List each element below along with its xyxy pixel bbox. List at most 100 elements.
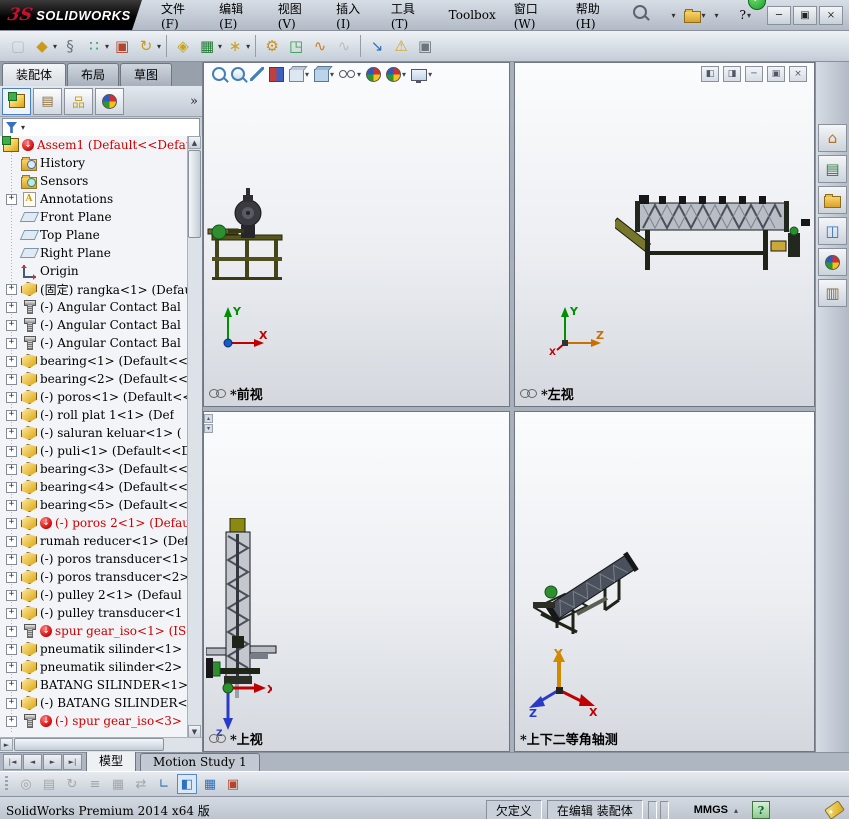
- menu-item[interactable]: Toolbox: [440, 4, 505, 26]
- tab-nav-button[interactable]: ►: [43, 754, 62, 770]
- task-pane-button[interactable]: [818, 248, 847, 276]
- expander-icon[interactable]: [6, 283, 17, 295]
- model-left-view[interactable]: [615, 191, 810, 273]
- expander-icon[interactable]: [6, 535, 17, 547]
- close-button[interactable]: ×: [819, 5, 843, 25]
- motion-toolbar-button[interactable]: ↻: [62, 774, 82, 794]
- toolbar-button[interactable]: ∷ ▾: [83, 35, 109, 57]
- toolbar-button[interactable]: ↘ ▾: [366, 35, 388, 57]
- panel-tab[interactable]: 装配体: [2, 63, 67, 86]
- model-isometric-view[interactable]: [521, 536, 656, 646]
- hud-button[interactable]: ▾: [338, 69, 362, 80]
- panel-tab[interactable]: 布局: [67, 63, 120, 86]
- quick-access-button[interactable]: ▾: [712, 9, 721, 22]
- tree-item[interactable]: Sensors: [0, 172, 188, 190]
- hud-button[interactable]: ▾: [268, 66, 285, 83]
- toolbar-button[interactable]: § ▾: [59, 35, 81, 57]
- hud-button[interactable]: ▾: [410, 66, 433, 83]
- scroll-up-icon[interactable]: ▲: [188, 136, 201, 149]
- hud-button[interactable]: ▾: [249, 66, 265, 82]
- restore-button[interactable]: ▣: [793, 5, 817, 25]
- tree-item[interactable]: BATANG SILINDER<1> (Def: [0, 676, 188, 694]
- expander-icon[interactable]: [6, 697, 17, 709]
- toolbar-button[interactable]: ↻ ▾: [135, 35, 161, 57]
- quick-access-button[interactable]: ▾: [682, 6, 708, 25]
- expander-icon[interactable]: [6, 409, 17, 421]
- expander-icon[interactable]: [6, 571, 17, 583]
- manager-tab-button[interactable]: [95, 87, 124, 115]
- motion-toolbar-button[interactable]: ⇄: [131, 774, 151, 794]
- manager-tab-button[interactable]: 品: [64, 87, 93, 115]
- expander-icon[interactable]: [6, 481, 17, 493]
- motion-toolbar-button[interactable]: ▤: [39, 774, 59, 794]
- menu-item[interactable]: 文件(F): [152, 0, 210, 35]
- tree-item[interactable]: bearing<3> (Default<<De: [0, 460, 188, 478]
- tree-item[interactable]: (-) pulley transducer<1: [0, 604, 188, 622]
- expander-icon[interactable]: [6, 643, 17, 655]
- search-icon[interactable]: [632, 5, 653, 25]
- doc-window-button[interactable]: ◧: [701, 66, 719, 82]
- menu-item[interactable]: 窗口(W): [505, 0, 567, 35]
- toolbar-button[interactable]: ⚙ ▾: [261, 35, 283, 57]
- tree-horizontal-scrollbar[interactable]: ◄ ►: [0, 737, 202, 752]
- tree-item[interactable]: Top Plane: [0, 226, 188, 244]
- tree-item[interactable]: (-) poros 2<1> (Defau: [0, 514, 188, 532]
- tree-item[interactable]: (-) Angular Contact Bal: [0, 316, 188, 334]
- tree-item[interactable]: (-) puli<1> (Default<<D: [0, 442, 188, 460]
- tab-nav-button[interactable]: ◄: [23, 754, 42, 770]
- menu-item[interactable]: 工具(T): [382, 0, 440, 35]
- doc-window-button[interactable]: ◨: [723, 66, 741, 82]
- scroll-right-icon[interactable]: ►: [0, 738, 13, 751]
- expander-icon[interactable]: [6, 589, 17, 601]
- toolbar-button[interactable]: ∿ ▾: [309, 35, 331, 57]
- document-tab[interactable]: Motion Study 1: [140, 753, 260, 771]
- expander-icon[interactable]: [6, 355, 17, 367]
- motion-toolbar-button[interactable]: ▦: [108, 774, 128, 794]
- quick-access-button[interactable]: ▾: [668, 9, 677, 22]
- tree-item[interactable]: Right Plane: [0, 244, 188, 262]
- task-pane-button[interactable]: ◫: [818, 217, 847, 245]
- expander-icon[interactable]: [6, 373, 17, 385]
- doc-window-button[interactable]: ─: [745, 66, 763, 82]
- hud-button[interactable]: ▾: [288, 65, 310, 83]
- tree-filter-box[interactable]: ▾: [2, 118, 200, 137]
- tree-item[interactable]: (-) saluran keluar<1> (: [0, 424, 188, 442]
- expander-icon[interactable]: [6, 193, 17, 205]
- expander-icon[interactable]: [6, 553, 17, 565]
- toolbar-button[interactable]: ◆ ▾: [31, 35, 57, 57]
- tree-item[interactable]: bearing<5> (Default<<De: [0, 496, 188, 514]
- tab-nav-button[interactable]: |◄: [3, 754, 22, 770]
- viewport-pane-top[interactable]: X Z *上视: [203, 411, 510, 752]
- toolbar-button[interactable]: ▾: [255, 35, 257, 57]
- expander-icon[interactable]: [6, 499, 17, 511]
- hud-button[interactable]: ▾: [230, 66, 246, 82]
- expander-icon[interactable]: [6, 715, 17, 727]
- document-tab[interactable]: 模型: [86, 750, 137, 771]
- expand-panel-icon[interactable]: »: [190, 94, 198, 109]
- expander-icon[interactable]: [6, 319, 17, 331]
- tree-vertical-scrollbar[interactable]: ▲ ▼: [187, 136, 202, 738]
- tree-item[interactable]: pneumatik silinder<1> (: [0, 640, 188, 658]
- motion-toolbar-button[interactable]: ≡: [85, 774, 105, 794]
- toolbar-button[interactable]: ◳ ▾: [285, 35, 307, 57]
- tag-icon[interactable]: [824, 800, 845, 819]
- tree-item[interactable]: bearing<4> (Default<<De: [0, 478, 188, 496]
- toolbar-button[interactable]: ◈ ▾: [172, 35, 194, 57]
- help-status-icon[interactable]: ?: [752, 801, 770, 819]
- scrollbar-thumb[interactable]: [14, 738, 164, 751]
- tree-item[interactable]: (-) Angular Contact Bal: [0, 298, 188, 316]
- task-pane-button[interactable]: ⌂: [818, 124, 847, 152]
- tree-item[interactable]: (-) roll plat 1<1> (Def: [0, 406, 188, 424]
- viewport-pane-left[interactable]: Z Y X *左视: [514, 62, 815, 407]
- expander-icon[interactable]: [6, 607, 17, 619]
- units-caret-icon[interactable]: ▴: [734, 806, 738, 815]
- expander-icon[interactable]: [6, 391, 17, 403]
- task-pane-button[interactable]: [818, 186, 847, 214]
- viewport-pane-front[interactable]: X Y *前视: [203, 62, 510, 407]
- motion-toolbar-button[interactable]: ◧: [177, 774, 197, 794]
- menu-item[interactable]: 插入(I): [327, 0, 382, 35]
- tree-item[interactable]: (-) poros transducer<2>: [0, 568, 188, 586]
- hud-button[interactable]: ▾: [313, 65, 335, 83]
- panel-tab[interactable]: 草图: [120, 63, 173, 86]
- toolbar-button[interactable]: ⚠ ▾: [390, 35, 412, 57]
